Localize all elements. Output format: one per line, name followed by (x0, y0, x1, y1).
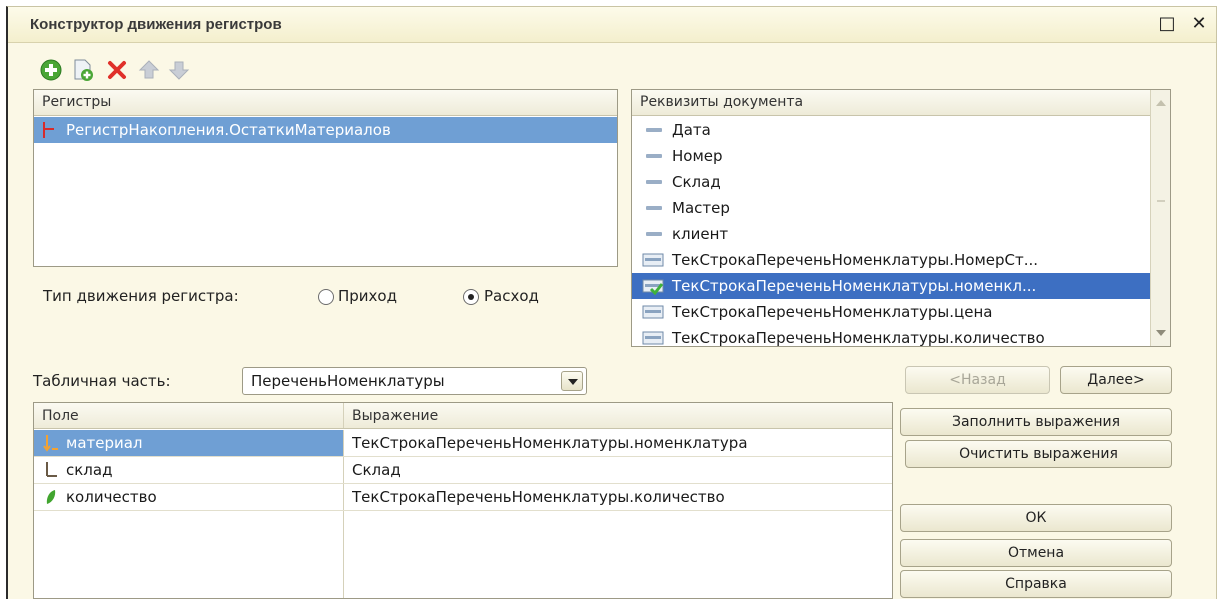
fill-expressions-button[interactable]: Заполнить выражения (900, 408, 1172, 436)
clear-expressions-label: Очистить выражения (959, 446, 1118, 462)
scroll-thumb-grip-icon[interactable] (1155, 200, 1167, 206)
back-button[interactable]: <Назад (905, 366, 1050, 394)
dropdown-button[interactable] (561, 371, 583, 391)
column-separator (343, 403, 344, 428)
grid-header: Поле Выражение (34, 403, 892, 429)
register-item-label: РегистрНакопления.ОстаткиМатериалов (66, 121, 391, 139)
cancel-button[interactable]: Отмена (900, 539, 1172, 567)
add-from-icon (74, 59, 93, 81)
attribute-item[interactable]: ТекСтрокаПереченьНоменклатуры.количество (632, 325, 1150, 347)
movement-type-label: Тип движения регистра: (43, 287, 239, 305)
accumulation-register-icon (43, 122, 54, 138)
radio-selected-dot (468, 294, 474, 300)
attribute-item[interactable]: клиент (632, 221, 1150, 247)
table-row[interactable]: материал ТекСтрокаПереченьНоменклатуры.н… (34, 430, 892, 456)
table-part-select[interactable]: ПереченьНоменклатуры (242, 367, 587, 395)
attribute-icon (646, 180, 662, 184)
radio-income-label[interactable]: Приход (338, 287, 397, 305)
attribute-icon (646, 206, 662, 210)
move-up-button[interactable] (136, 57, 162, 83)
radio-expense-label[interactable]: Расход (484, 287, 539, 305)
field-name: материал (66, 434, 143, 452)
help-button-label: Справка (1005, 576, 1067, 592)
register-item[interactable]: РегистрНакопления.ОстаткиМатериалов (34, 117, 617, 143)
ok-button-label: ОК (1025, 510, 1047, 526)
attribute-label: клиент (672, 225, 729, 243)
scroll-down-arrow-icon[interactable] (1155, 328, 1167, 338)
attribute-icon (646, 128, 662, 132)
dimension-icon (46, 462, 57, 477)
attribute-item[interactable]: Номер (632, 143, 1150, 169)
attribute-item[interactable]: ТекСтрокаПереченьНоменклатуры.цена (632, 299, 1150, 325)
window-title: Конструктор движения регистров (30, 16, 282, 33)
used-attribute-icon (642, 279, 664, 296)
doc-attributes-header: Реквизиты документа (632, 90, 1150, 116)
help-button[interactable]: Справка (900, 570, 1172, 598)
table-row[interactable]: склад Склад (34, 457, 892, 483)
attributes-scrollbar[interactable] (1150, 90, 1170, 346)
next-button-label: Далее> (1087, 372, 1145, 388)
add-icon (40, 59, 62, 81)
attribute-label: Мастер (672, 199, 730, 217)
dimension-icon (43, 435, 58, 452)
chevron-down-icon (568, 379, 578, 385)
attribute-label: Дата (672, 121, 711, 139)
cancel-button-label: Отмена (1007, 545, 1065, 561)
add-button[interactable] (38, 57, 64, 83)
table-row-icon (642, 253, 664, 267)
ok-button[interactable]: ОК (900, 504, 1172, 532)
table-part-label: Табличная часть: (33, 372, 171, 390)
field-name: количество (66, 488, 157, 506)
column-header-field[interactable]: Поле (42, 403, 79, 429)
delete-icon (108, 61, 126, 79)
row-divider (34, 510, 892, 511)
close-button[interactable]: ✕ (1188, 13, 1210, 35)
table-part-value: ПереченьНоменклатуры (251, 372, 445, 390)
registers-header: Регистры (34, 90, 617, 116)
move-up-icon (138, 60, 160, 79)
radio-expense[interactable] (463, 289, 479, 305)
attribute-label: Номер (672, 147, 723, 165)
attribute-label: Склад (672, 173, 721, 191)
move-down-icon (168, 61, 190, 80)
move-down-button[interactable] (166, 57, 192, 83)
field-expression: ТекСтрокаПереченьНоменклатуры.номенклату… (352, 434, 748, 452)
attribute-item[interactable]: ТекСтрокаПереченьНоменклатуры.НомерСт... (632, 247, 1150, 273)
field-expression: ТекСтрокаПереченьНоменклатуры.количество (352, 488, 725, 506)
attribute-icon (646, 154, 662, 158)
fill-expressions-label: Заполнить выражения (952, 414, 1120, 430)
attribute-item[interactable]: Склад (632, 169, 1150, 195)
table-row[interactable]: количество ТекСтрокаПереченьНоменклатуры… (34, 484, 892, 510)
scroll-up-arrow-icon[interactable] (1155, 98, 1167, 108)
radio-income[interactable] (318, 289, 334, 305)
title-bar: Конструктор движения регистров □ ✕ (8, 7, 1216, 43)
dialog-window: Конструктор движения регистров □ ✕ Регис… (6, 6, 1217, 599)
resource-icon (46, 490, 56, 504)
add-copy-button[interactable] (70, 57, 96, 83)
clear-expressions-button[interactable]: Очистить выражения (905, 440, 1172, 468)
next-button[interactable]: Далее> (1060, 366, 1172, 394)
table-row-icon (642, 331, 664, 345)
attribute-label: ТекСтрокаПереченьНоменклатуры.количество (672, 329, 1045, 347)
field-expression: Склад (352, 461, 401, 479)
fields-grid: Поле Выражение материал ТекСтрокаПеречен… (33, 402, 893, 599)
attribute-label: ТекСтрокаПереченьНоменклатуры.цена (672, 303, 993, 321)
delete-button[interactable] (104, 57, 130, 83)
grid-body: материал ТекСтрокаПереченьНоменклатуры.н… (34, 430, 892, 598)
maximize-button[interactable]: □ (1156, 13, 1178, 35)
attribute-icon (646, 232, 662, 236)
attribute-item[interactable]: Дата (632, 117, 1150, 143)
attribute-label: ТекСтрокаПереченьНоменклатуры.номенкл... (672, 277, 1037, 295)
attribute-label: ТекСтрокаПереченьНоменклатуры.НомерСт... (672, 251, 1039, 269)
attribute-item-selected[interactable]: ТекСтрокаПереченьНоменклатуры.номенкл... (632, 273, 1150, 299)
field-name: склад (66, 461, 113, 479)
column-header-expression[interactable]: Выражение (352, 403, 438, 429)
back-button-label: <Назад (949, 372, 1006, 388)
registers-panel: Регистры РегистрНакопления.ОстаткиМатери… (33, 89, 618, 267)
table-row-icon (642, 305, 664, 319)
doc-attributes-panel: Реквизиты документа Дата Номер Склад Мас… (631, 89, 1171, 347)
attribute-item[interactable]: Мастер (632, 195, 1150, 221)
doc-attributes-list: Дата Номер Склад Мастер клиент ТекСтрока… (632, 117, 1150, 346)
